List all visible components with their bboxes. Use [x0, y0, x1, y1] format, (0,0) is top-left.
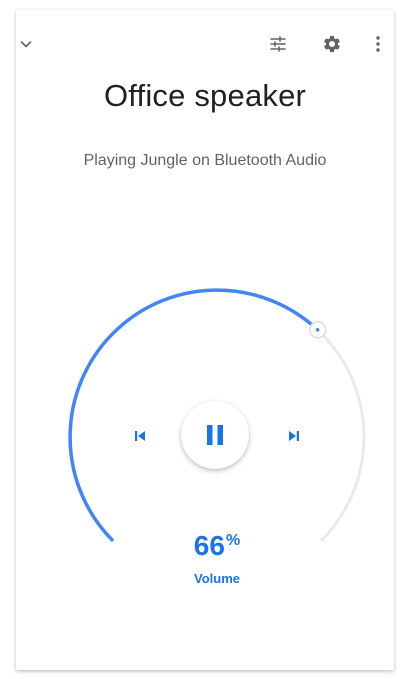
skip-previous-icon — [135, 431, 145, 441]
volume-unit: % — [225, 532, 241, 549]
skip-next-icon — [289, 431, 299, 441]
next-track-button[interactable] — [282, 424, 306, 448]
volume-knob[interactable] — [308, 321, 327, 339]
previous-track-button[interactable] — [128, 424, 152, 448]
pause-button[interactable] — [181, 401, 249, 469]
volume-label: Volume — [194, 571, 240, 586]
volume-value: 66 — [193, 530, 225, 561]
volume-readout: 66% — [0, 530, 410, 562]
pause-icon — [207, 425, 223, 445]
